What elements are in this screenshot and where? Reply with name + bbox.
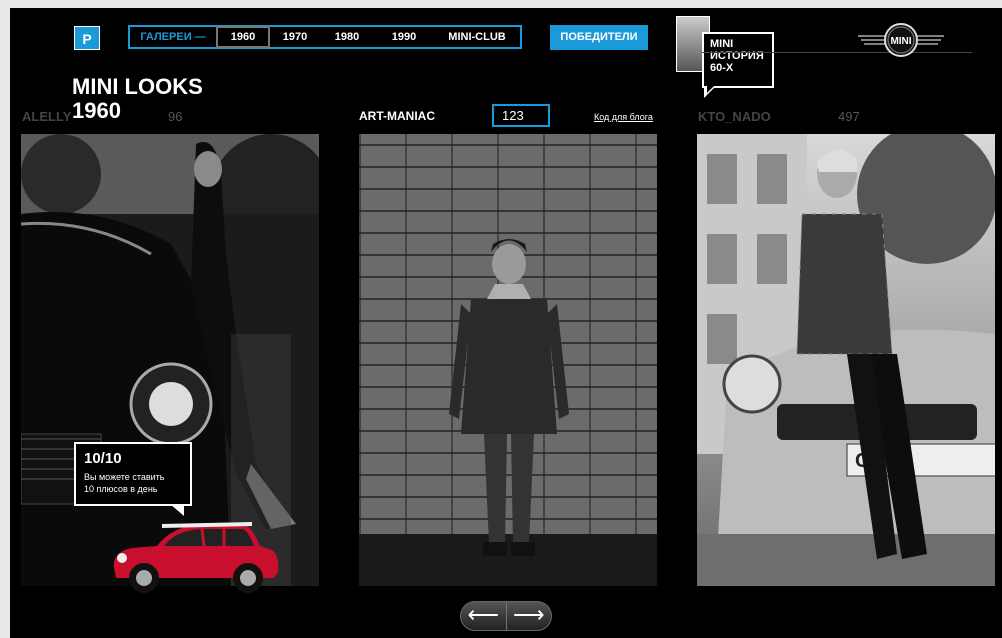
nav-year-1990[interactable]: 1990 bbox=[374, 27, 434, 47]
vote-counter-box: 10/10 Вы можете ставить 10 плюсов в день bbox=[74, 442, 192, 506]
history-bubble-tail-inner bbox=[707, 86, 714, 93]
winners-button[interactable]: ПОБЕДИТЕЛИ bbox=[550, 25, 648, 50]
entry-2-username[interactable]: ART-MANIAC bbox=[359, 109, 435, 123]
red-mini-car-vote-icon[interactable] bbox=[102, 512, 282, 598]
entry-2-score: 123 bbox=[492, 104, 550, 127]
entry-2-photo-art bbox=[359, 239, 657, 586]
year-title: 1960 bbox=[72, 98, 121, 123]
entry-2-photo[interactable] bbox=[359, 134, 657, 586]
page-frame: P ГАЛЕРЕИ — 1960 1970 1980 1990 MINI-CLU… bbox=[10, 8, 1002, 638]
nav-mini-club[interactable]: MINI-CLUB bbox=[434, 27, 520, 47]
history-link[interactable]: MINI ИСТОРИЯ 60-Х bbox=[702, 32, 774, 88]
history-line-3: 60-Х bbox=[710, 62, 734, 74]
gallery-pager: ⟵ ⟶ bbox=[460, 601, 552, 631]
entry-1-score: 96 bbox=[168, 109, 183, 124]
nav-year-1980[interactable]: 1980 bbox=[320, 27, 374, 47]
nav-year-1970[interactable]: 1970 bbox=[270, 27, 320, 47]
blog-code-link[interactable]: Код для блога bbox=[594, 112, 653, 122]
entry-3-photo-art: CN bbox=[697, 134, 995, 586]
history-line-1: MINI bbox=[710, 38, 734, 50]
mini-brand-logo-icon[interactable]: MINI bbox=[856, 22, 946, 58]
entry-3-username[interactable]: KTO_NADO bbox=[698, 109, 771, 124]
vote-hint: Вы можете ставить 10 плюсов в день bbox=[84, 471, 182, 495]
nav-year-1960[interactable]: 1960 bbox=[216, 26, 270, 48]
nav-gallery-label[interactable]: ГАЛЕРЕИ — bbox=[130, 27, 216, 47]
gallery-nav: ГАЛЕРЕИ — 1960 1970 1980 1990 MINI-CLUB bbox=[128, 25, 522, 49]
entry-1-username[interactable]: ALELLY bbox=[22, 109, 71, 124]
mini-logo-text: MINI bbox=[890, 36, 911, 47]
entry-3-photo[interactable]: CN bbox=[697, 134, 995, 586]
next-arrow-icon[interactable]: ⟶ bbox=[507, 602, 552, 630]
vote-hint-line-1: Вы можете ставить bbox=[84, 472, 165, 482]
site-logo-button[interactable]: P bbox=[74, 26, 100, 50]
previous-arrow-icon[interactable]: ⟵ bbox=[461, 602, 507, 630]
entry-3-score: 497 bbox=[838, 109, 860, 124]
page-title: MINI LOOKS bbox=[72, 74, 203, 99]
vote-hint-line-2: 10 плюсов в день bbox=[84, 484, 158, 494]
vote-count: 10/10 bbox=[84, 450, 122, 467]
